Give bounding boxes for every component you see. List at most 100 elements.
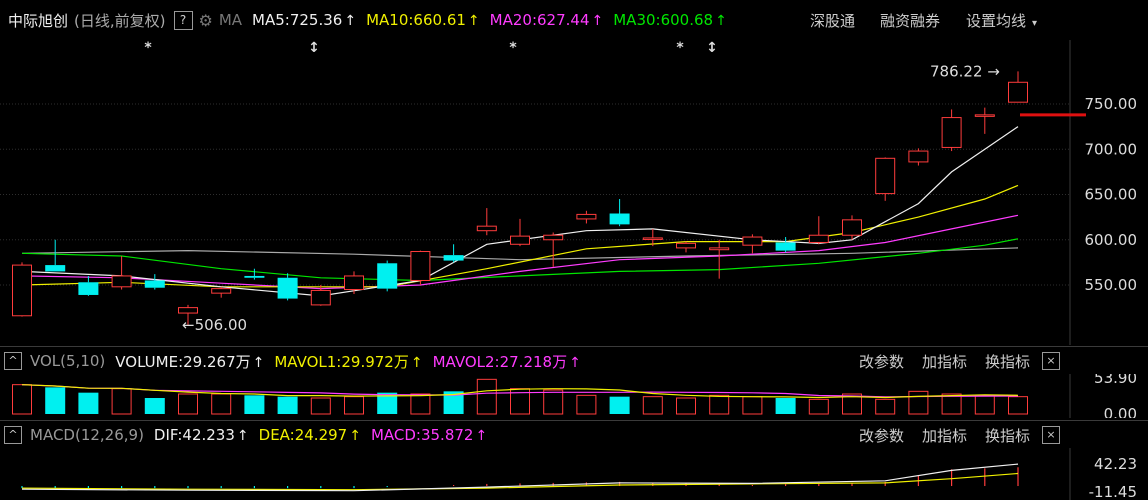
candlestick[interactable] bbox=[709, 239, 730, 279]
macd-chart[interactable]: 42.23 -11.45 bbox=[0, 448, 1148, 500]
candlestick[interactable] bbox=[443, 244, 464, 263]
macd-value-0: DIF:42.233 ↑ bbox=[153, 426, 249, 444]
volume-panel-header: ^ VOL(5,10) VOLUME:29.267万 ↑ MAVOL1:29.972… bbox=[0, 348, 1070, 374]
candlestick[interactable] bbox=[510, 218, 530, 247]
ma-value-2: MA20:627.44 ↑ bbox=[489, 11, 604, 29]
candlestick[interactable] bbox=[410, 250, 431, 285]
margin-trading-link[interactable]: 融资融券 bbox=[880, 10, 940, 31]
candlestick[interactable] bbox=[45, 239, 66, 272]
candlestick[interactable] bbox=[111, 256, 132, 290]
volume-bar bbox=[1008, 396, 1028, 415]
set-ma-link[interactable]: 设置均线 ▾ bbox=[966, 10, 1037, 31]
candlestick-chart[interactable]: 750.00 700.00 650.00 600.00 550.00 * ↕ * * ↕ 786.2… bbox=[0, 40, 1148, 345]
volume-bar bbox=[775, 398, 796, 414]
vol-change-params-button[interactable]: 改参数 bbox=[859, 351, 904, 372]
volume-close-button[interactable]: × bbox=[1042, 352, 1060, 370]
volume-bar bbox=[908, 390, 929, 415]
volume-y-tick: 53.90 bbox=[1094, 374, 1137, 387]
event-marker-icon[interactable]: * bbox=[144, 40, 152, 56]
volume-bar bbox=[974, 394, 995, 415]
chart-header: 中际旭创 (日线,前复权) ? ⚙ MA MA5:725.36 ↑ MA10:660… bbox=[0, 0, 1148, 40]
candlestick[interactable] bbox=[676, 241, 696, 253]
volume-bar bbox=[45, 387, 66, 414]
candlestick[interactable] bbox=[808, 216, 829, 245]
shenzhen-connect-link[interactable]: 深股通 bbox=[810, 10, 855, 31]
candlestick[interactable] bbox=[377, 260, 398, 292]
adjust-mode[interactable]: (日线,前复权) bbox=[74, 10, 165, 31]
candlestick[interactable] bbox=[144, 274, 165, 290]
ma-values: MA5:725.36 ↑ MA10:660.61 ↑ MA20:627.44 ↑ MA30:… bbox=[242, 11, 727, 29]
vol-switch-indicator-button[interactable]: 换指标 bbox=[985, 351, 1030, 372]
volume-bar bbox=[111, 388, 132, 415]
candlestick[interactable] bbox=[476, 208, 497, 236]
volume-toggle-button[interactable]: ^ bbox=[4, 352, 22, 370]
macd-close-button[interactable]: × bbox=[1042, 426, 1060, 444]
event-marker-icon[interactable]: ↕ bbox=[308, 40, 320, 56]
candlestick[interactable] bbox=[609, 199, 630, 227]
vol-value-0: VOLUME:29.267万 ↑ bbox=[115, 352, 265, 371]
volume-bar bbox=[310, 397, 331, 415]
up-arrow-icon: ↑ bbox=[344, 13, 357, 29]
y-axis-tick: 550.00 bbox=[1085, 276, 1138, 294]
volume-bar bbox=[709, 394, 730, 415]
vol-value-1: MAVOL1:29.972万 ↑ bbox=[274, 352, 423, 371]
help-button[interactable]: ? bbox=[173, 10, 193, 30]
event-marker-icon[interactable]: ↕ bbox=[706, 40, 718, 56]
stock-name[interactable]: 中际旭创 bbox=[8, 10, 68, 31]
chevron-down-icon: ▾ bbox=[1032, 17, 1038, 29]
gear-icon[interactable]: ⚙ bbox=[199, 11, 213, 30]
panel-divider bbox=[0, 420, 1148, 421]
macd-indicator-title[interactable]: MACD(12,26,9) bbox=[30, 426, 144, 444]
dif-line bbox=[21, 463, 1019, 492]
up-arrow-icon: ↑ bbox=[252, 354, 265, 371]
volume-bar bbox=[875, 398, 896, 415]
macd-add-indicator-button[interactable]: 加指标 bbox=[922, 425, 967, 446]
vol-value-2: MAVOL2:27.218万 ↑ bbox=[432, 352, 581, 371]
macd-change-params-button[interactable]: 改参数 bbox=[859, 425, 904, 446]
candlestick[interactable] bbox=[244, 268, 265, 280]
volume-bar bbox=[576, 394, 597, 415]
candlestick[interactable] bbox=[742, 234, 763, 254]
volume-bar bbox=[410, 393, 431, 415]
event-marker-icon[interactable]: * bbox=[676, 40, 684, 56]
candlestick[interactable] bbox=[908, 148, 929, 166]
y-axis-tick: 600.00 bbox=[1085, 231, 1138, 249]
volume-chart[interactable]: 53.90 0.00 bbox=[0, 374, 1148, 418]
candlestick[interactable] bbox=[1008, 71, 1028, 103]
volume-indicator-title[interactable]: VOL(5,10) bbox=[30, 352, 105, 370]
macd-y-tick: 42.23 bbox=[1094, 455, 1137, 473]
candlestick[interactable] bbox=[78, 275, 99, 296]
up-arrow-icon: ↑ bbox=[715, 13, 727, 29]
volume-bar bbox=[277, 396, 298, 414]
candlestick[interactable] bbox=[974, 107, 995, 134]
volume-bar bbox=[609, 396, 630, 414]
event-marker-icon[interactable]: * bbox=[509, 40, 517, 56]
up-arrow-icon: ↑ bbox=[410, 354, 423, 371]
up-arrow-icon: ↑ bbox=[591, 13, 604, 29]
volume-bar bbox=[244, 395, 265, 414]
macd-panel-header: ^ MACD(12,26,9) DIF:42.233 ↑ DEA:24.297 ↑ MA… bbox=[0, 422, 1070, 448]
ma-value-3: MA30:600.68 ↑ bbox=[613, 11, 727, 29]
volume-bar bbox=[676, 397, 696, 415]
y-axis-tick: 750.00 bbox=[1085, 95, 1138, 113]
candlestick[interactable] bbox=[211, 286, 232, 298]
ma-label: MA bbox=[218, 11, 243, 29]
ma5-line bbox=[21, 126, 1019, 297]
volume-bar bbox=[642, 396, 663, 415]
high-price-label: 786.22 → bbox=[930, 62, 1000, 80]
volume-bar bbox=[476, 378, 497, 415]
panel-divider bbox=[0, 346, 1148, 347]
macd-switch-indicator-button[interactable]: 换指标 bbox=[985, 425, 1030, 446]
y-axis-tick: 650.00 bbox=[1085, 186, 1138, 204]
candlestick[interactable] bbox=[344, 271, 364, 295]
y-axis-tick: 700.00 bbox=[1085, 140, 1138, 158]
vol-add-indicator-button[interactable]: 加指标 bbox=[922, 351, 967, 372]
macd-value-1: DEA:24.297 ↑ bbox=[258, 426, 361, 444]
candlestick[interactable] bbox=[543, 232, 564, 267]
candlestick[interactable] bbox=[12, 262, 32, 317]
candlestick[interactable] bbox=[576, 210, 597, 224]
candlestick[interactable] bbox=[941, 109, 962, 152]
macd-toggle-button[interactable]: ^ bbox=[4, 426, 22, 444]
candlestick[interactable] bbox=[277, 273, 298, 301]
ma-value-1: MA10:660.61 ↑ bbox=[366, 11, 480, 29]
